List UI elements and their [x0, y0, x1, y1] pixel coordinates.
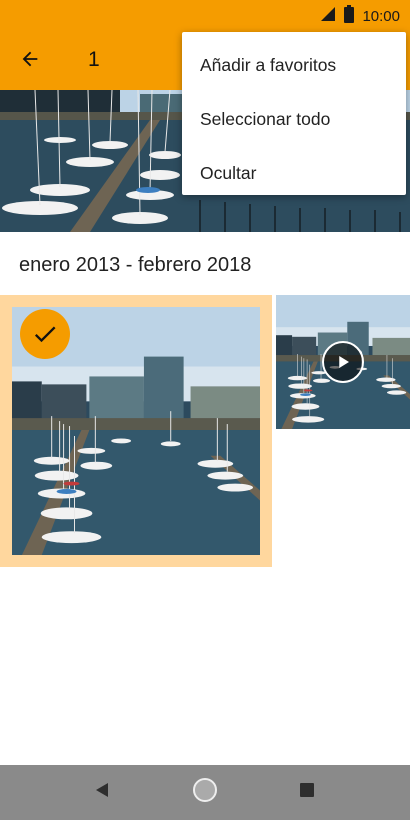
selected-count: 1 — [88, 48, 100, 71]
nav-home-button[interactable] — [175, 765, 235, 820]
menu-item-select-all[interactable]: Seleccionar todo — [182, 92, 406, 146]
menu-item-hide[interactable]: Ocultar — [182, 146, 406, 200]
battery-icon — [344, 5, 355, 28]
system-nav-bar — [0, 765, 410, 820]
status-time: 10:00 — [362, 8, 400, 25]
nav-recents-button[interactable] — [277, 765, 337, 820]
overflow-menu: Añadir a favoritos Seleccionar todo Ocul… — [182, 32, 406, 195]
status-icons: 10:00 — [320, 5, 400, 28]
gallery-item-photo-selected[interactable] — [0, 295, 272, 567]
nav-back-button[interactable] — [72, 765, 132, 820]
back-button[interactable] — [14, 45, 46, 77]
arrow-left-icon — [19, 48, 41, 75]
checkmark-icon[interactable] — [20, 309, 70, 359]
nav-back-icon — [94, 782, 110, 803]
status-bar: 10:00 — [0, 0, 410, 30]
gallery-item-video[interactable] — [276, 295, 410, 429]
play-icon[interactable] — [322, 341, 364, 383]
nav-home-icon — [192, 777, 218, 808]
nav-recents-icon — [300, 783, 314, 802]
signal-icon — [320, 6, 336, 27]
menu-item-add-to-favorites[interactable]: Añadir a favoritos — [182, 38, 406, 92]
date-range-header: enero 2013 - febrero 2018 — [19, 254, 252, 276]
